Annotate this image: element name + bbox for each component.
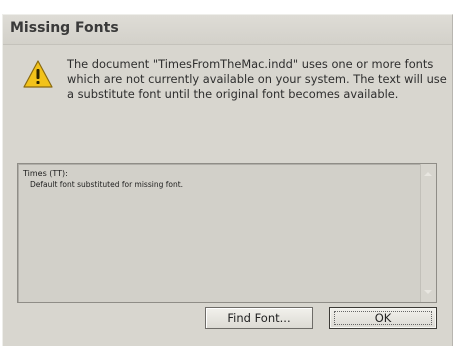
list-scrollbar[interactable] <box>420 164 436 302</box>
font-name: Times (TT): <box>23 169 68 178</box>
warning-icon <box>23 60 53 88</box>
find-font-label: Find Font... <box>227 311 291 325</box>
scroll-up-icon[interactable] <box>424 172 432 176</box>
ok-label: OK <box>374 311 392 325</box>
missing-fonts-list[interactable]: Times (TT): Default font substituted for… <box>17 163 437 303</box>
find-font-button[interactable]: Find Font... <box>205 307 313 329</box>
dialog-title: Missing Fonts <box>10 20 119 36</box>
font-substitution-note: Default font substituted for missing fon… <box>30 180 184 189</box>
list-item[interactable]: Times (TT): Default font substituted for… <box>23 168 413 190</box>
title-bar[interactable]: Missing Fonts <box>3 15 452 45</box>
missing-fonts-dialog: Missing Fonts The document "TimesFromThe… <box>2 14 453 346</box>
dialog-message: The document "TimesFromTheMac.indd" uses… <box>67 57 447 101</box>
ok-button[interactable]: OK <box>329 307 437 329</box>
scroll-down-icon[interactable] <box>424 290 432 294</box>
